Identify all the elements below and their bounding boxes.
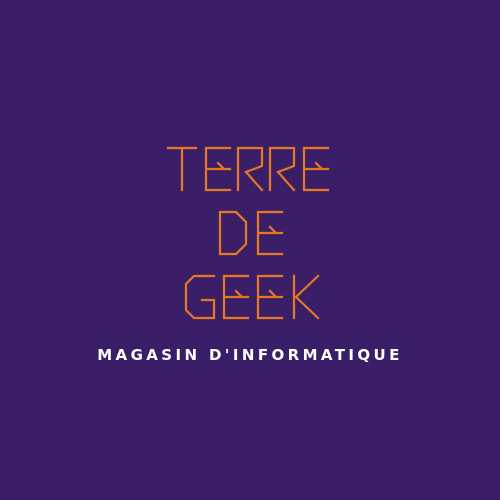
logo-line-geek xyxy=(184,274,320,320)
tagline: MAGASIN D'INFORMATIQUE xyxy=(97,346,403,364)
logo-line-terre xyxy=(166,146,330,192)
logo-wordmark xyxy=(166,146,330,320)
logo-line-de xyxy=(218,210,284,256)
logo-canvas: MAGASIN D'INFORMATIQUE xyxy=(0,0,500,500)
